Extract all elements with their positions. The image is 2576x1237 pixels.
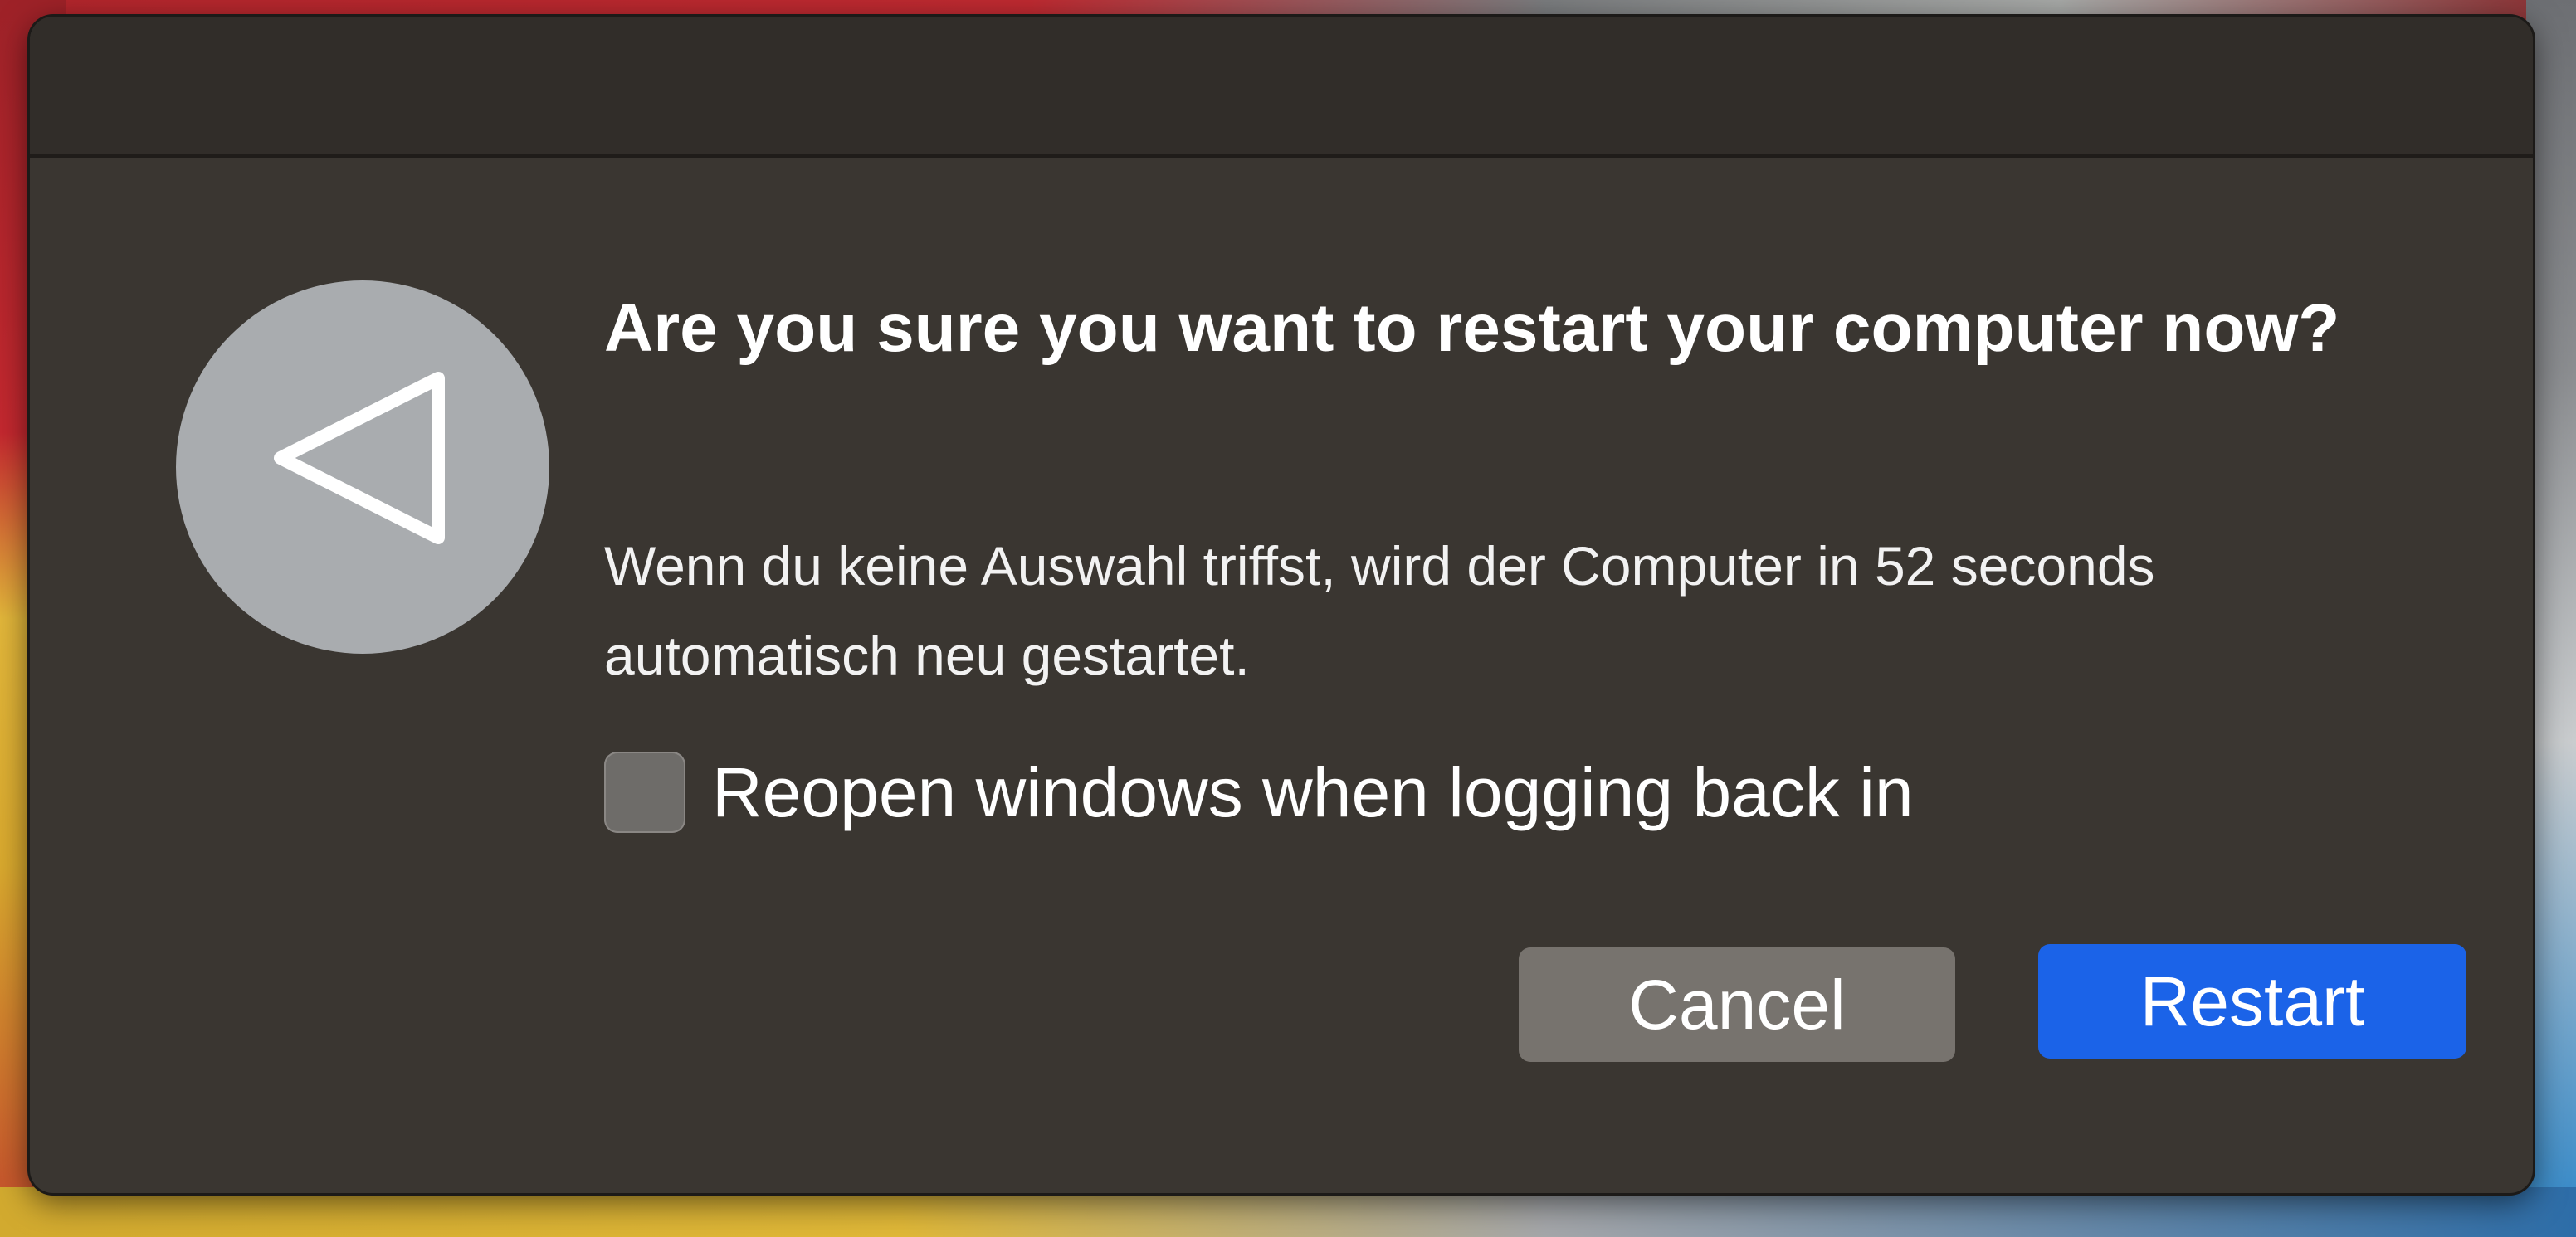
reopen-windows-option[interactable]: Reopen windows when logging back in xyxy=(604,747,1914,838)
reopen-windows-label[interactable]: Reopen windows when logging back in xyxy=(712,747,1914,838)
restart-triangle-icon xyxy=(274,372,445,544)
dialog-title: Are you sure you want to restart your co… xyxy=(604,290,2340,366)
dialog-titlebar xyxy=(30,17,2533,158)
desktop-background-bottom xyxy=(0,1187,2576,1237)
dialog-message: Wenn du keine Auswahl triffst, wird der … xyxy=(604,535,2155,686)
restart-button[interactable]: Restart xyxy=(2038,944,2466,1059)
restart-dialog: Are you sure you want to restart your co… xyxy=(30,17,2533,1193)
desktop-background-right xyxy=(2526,0,2576,1237)
cancel-button[interactable]: Cancel xyxy=(1519,947,1955,1062)
reopen-windows-checkbox[interactable] xyxy=(604,752,685,833)
restart-icon xyxy=(176,280,549,654)
